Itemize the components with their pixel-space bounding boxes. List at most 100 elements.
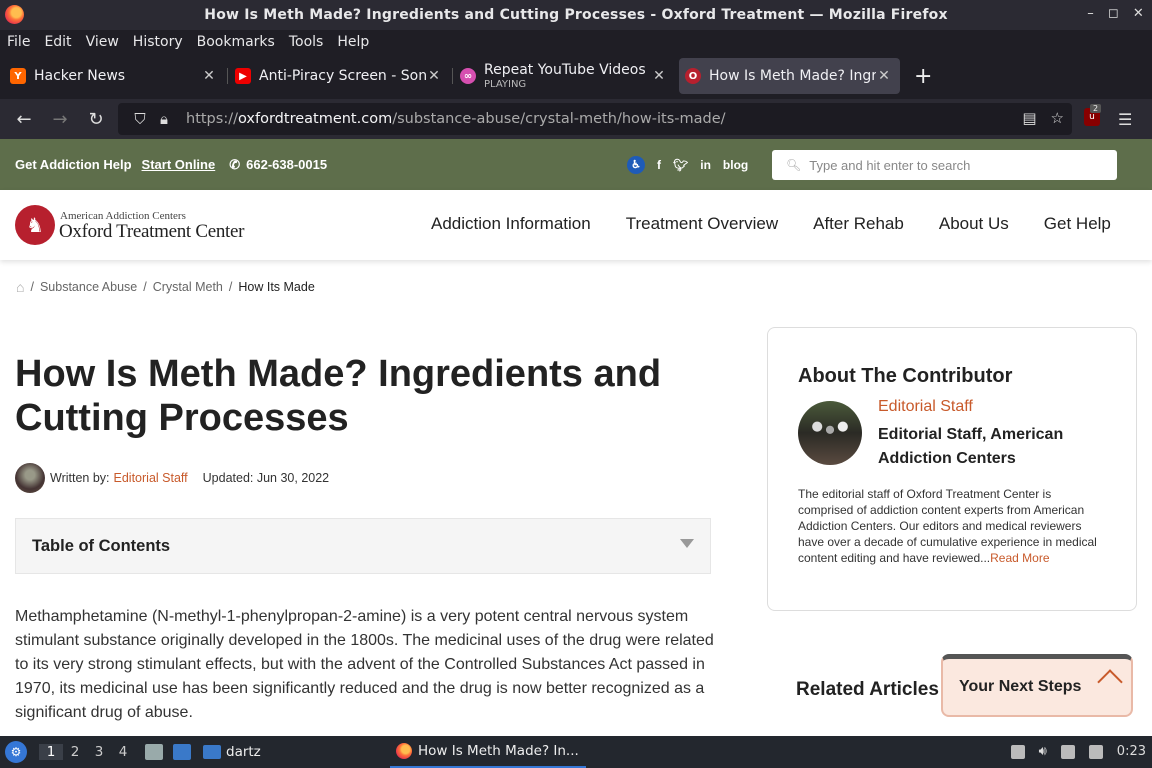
web-page: Get Addiction Help Start Online ✆ 662-638… [0, 139, 1152, 736]
tab-close-icon[interactable]: ✕ [426, 68, 442, 84]
nav-addiction-information[interactable]: Addiction Information [431, 214, 591, 234]
accessibility-icon[interactable]: ♿︎ [627, 156, 645, 174]
chevron-down-icon [680, 539, 694, 548]
breadcrumb-crystal-meth[interactable]: Crystal Meth [153, 280, 223, 294]
contributor-description: The editorial staff of Oxford Treatment … [798, 487, 1097, 565]
blog-link[interactable]: blog [723, 158, 748, 172]
url-bar[interactable]: ⛉ 🔒︎ https://oxfordtreatment.com/substan… [118, 103, 1072, 135]
tab-repeat-youtube[interactable]: ∞ Repeat YouTube Videos | PLAYING ✕ [454, 58, 675, 94]
toc-label: Table of Contents [32, 536, 171, 555]
facebook-icon[interactable]: f [657, 158, 661, 172]
logo-title[interactable]: Oxford Treatment Center [59, 221, 244, 243]
site-header: ♞ American Addiction Centers Oxford Trea… [0, 190, 1152, 260]
ublock-count-badge: 2 [1090, 104, 1102, 113]
reader-view-icon[interactable]: ▤ [1022, 109, 1036, 127]
menu-tools[interactable]: Tools [282, 34, 331, 50]
clock: 0:23 [1116, 744, 1146, 759]
site-topbar: Get Addiction Help Start Online ✆ 662-638… [0, 139, 1152, 190]
workspace-1[interactable]: 1 [39, 744, 63, 760]
written-by-label: Written by: [50, 471, 110, 485]
twitter-icon[interactable]: 🐦︎ [673, 158, 688, 172]
site-search-input[interactable]: 🔍︎ Type and hit enter to search [772, 150, 1117, 180]
linkedin-icon[interactable]: in [700, 158, 711, 172]
tab-label: Anti-Piracy Screen - Sonic [259, 68, 426, 84]
table-of-contents-toggle[interactable]: Table of Contents [15, 518, 711, 574]
network-icon[interactable] [1088, 744, 1103, 759]
repeat-favicon-icon: ∞ [460, 68, 476, 84]
back-icon[interactable]: ← [6, 109, 42, 130]
next-steps-button[interactable]: Your Next Steps [941, 654, 1133, 717]
nav-treatment-overview[interactable]: Treatment Overview [626, 214, 778, 234]
home-icon[interactable]: ⌂ [16, 279, 24, 295]
contributor-avatar [798, 401, 862, 465]
firefox-task-button[interactable]: How Is Meth Made? In... [390, 736, 586, 768]
window-titlebar: How Is Meth Made? Ingredients and Cuttin… [0, 0, 1152, 30]
menu-bar: File Edit View History Bookmarks Tools H… [0, 30, 1152, 53]
breadcrumb-current: How Its Made [238, 280, 315, 294]
oxford-logo-icon[interactable]: ♞ [15, 205, 55, 245]
lock-icon[interactable]: 🔒︎ [152, 110, 176, 128]
task-label: How Is Meth Made? In... [418, 743, 579, 759]
tab-playing-label: PLAYING [484, 79, 527, 90]
nav-get-help[interactable]: Get Help [1044, 214, 1111, 234]
tab-close-icon[interactable]: ✕ [201, 68, 217, 84]
tray-app-icon[interactable] [1010, 744, 1025, 759]
shield-icon[interactable]: ⛉ [128, 110, 152, 128]
workspace-3[interactable]: 3 [87, 744, 111, 760]
menu-help[interactable]: Help [330, 34, 376, 50]
contributor-link[interactable]: Editorial Staff [878, 398, 973, 416]
forward-icon[interactable]: → [42, 109, 78, 130]
tab-close-icon[interactable]: ✕ [876, 68, 892, 84]
system-tray: 🔊︎ 0:23 [1010, 744, 1146, 759]
maximize-button[interactable]: ◻ [1108, 6, 1119, 21]
phone-link[interactable]: ✆ 662-638-0015 [229, 157, 327, 173]
reload-icon[interactable]: ↻ [78, 109, 114, 130]
desktop-icon[interactable] [173, 744, 191, 760]
tab-oxford-treatment[interactable]: O How Is Meth Made? Ingre ✕ [679, 58, 900, 94]
workspace-4[interactable]: 4 [111, 744, 135, 760]
tab-close-icon[interactable]: ✕ [651, 68, 667, 84]
folder-icon [203, 745, 221, 759]
author-link[interactable]: Editorial Staff [114, 471, 188, 485]
get-help-text: Get Addiction Help [15, 157, 132, 172]
hacker-news-favicon-icon: Y [10, 68, 26, 84]
clipboard-icon[interactable] [1060, 744, 1075, 759]
chevron-up-icon [1097, 669, 1123, 695]
new-tab-button[interactable]: + [914, 64, 932, 89]
menu-edit[interactable]: Edit [37, 34, 78, 50]
contributor-name: Editorial Staff, American Addiction Cent… [878, 426, 1064, 467]
menu-history[interactable]: History [126, 34, 190, 50]
url-text[interactable]: https://oxfordtreatment.com/substance-ab… [186, 111, 726, 127]
breadcrumb-substance-abuse[interactable]: Substance Abuse [40, 280, 137, 294]
search-placeholder: Type and hit enter to search [809, 157, 971, 173]
contributor-card: About The Contributor Editorial Staff Ed… [767, 327, 1137, 611]
workspace-switcher: 1 2 3 4 [39, 744, 135, 760]
breadcrumb: ⌂ / Substance Abuse / Crystal Meth / How… [16, 279, 315, 295]
tab-anti-piracy[interactable]: ▶ Anti-Piracy Screen - Sonic ✕ [229, 58, 453, 94]
os-taskbar: ⚙ 1 2 3 4 dartz How Is Meth Made? In... … [0, 736, 1152, 768]
menu-file[interactable]: File [0, 34, 37, 50]
read-more-link[interactable]: Read More [990, 551, 1049, 565]
close-window-button[interactable]: ✕ [1133, 6, 1144, 21]
search-icon: 🔍︎ [786, 158, 802, 172]
nav-after-rehab[interactable]: After Rehab [813, 214, 904, 234]
start-online-link[interactable]: Start Online [142, 157, 216, 172]
app-menu-icon[interactable]: ☰ [1118, 110, 1132, 129]
menu-view[interactable]: View [79, 34, 126, 50]
tab-label: Repeat YouTube Videos | [484, 62, 651, 78]
workspace-2[interactable]: 2 [63, 744, 87, 760]
tab-label: How Is Meth Made? Ingre [709, 68, 876, 84]
folder-launcher[interactable]: dartz [203, 744, 261, 760]
youtube-favicon-icon: ▶ [235, 68, 251, 84]
file-manager-icon[interactable] [145, 744, 163, 760]
nav-about-us[interactable]: About Us [939, 214, 1009, 234]
navigation-bar: ← → ↻ ⛉ 🔒︎ https://oxfordtreatment.com/s… [0, 99, 1152, 139]
bookmark-star-icon[interactable]: ☆ [1051, 109, 1064, 127]
menu-bookmarks[interactable]: Bookmarks [190, 34, 282, 50]
volume-icon[interactable]: 🔊︎ [1039, 744, 1047, 759]
minimize-button[interactable]: – [1087, 6, 1094, 21]
phone-icon: ✆ [229, 156, 241, 172]
start-menu-icon[interactable]: ⚙ [5, 741, 27, 763]
folder-label: dartz [226, 744, 261, 760]
tab-hacker-news[interactable]: Y Hacker News ✕ [4, 58, 228, 94]
